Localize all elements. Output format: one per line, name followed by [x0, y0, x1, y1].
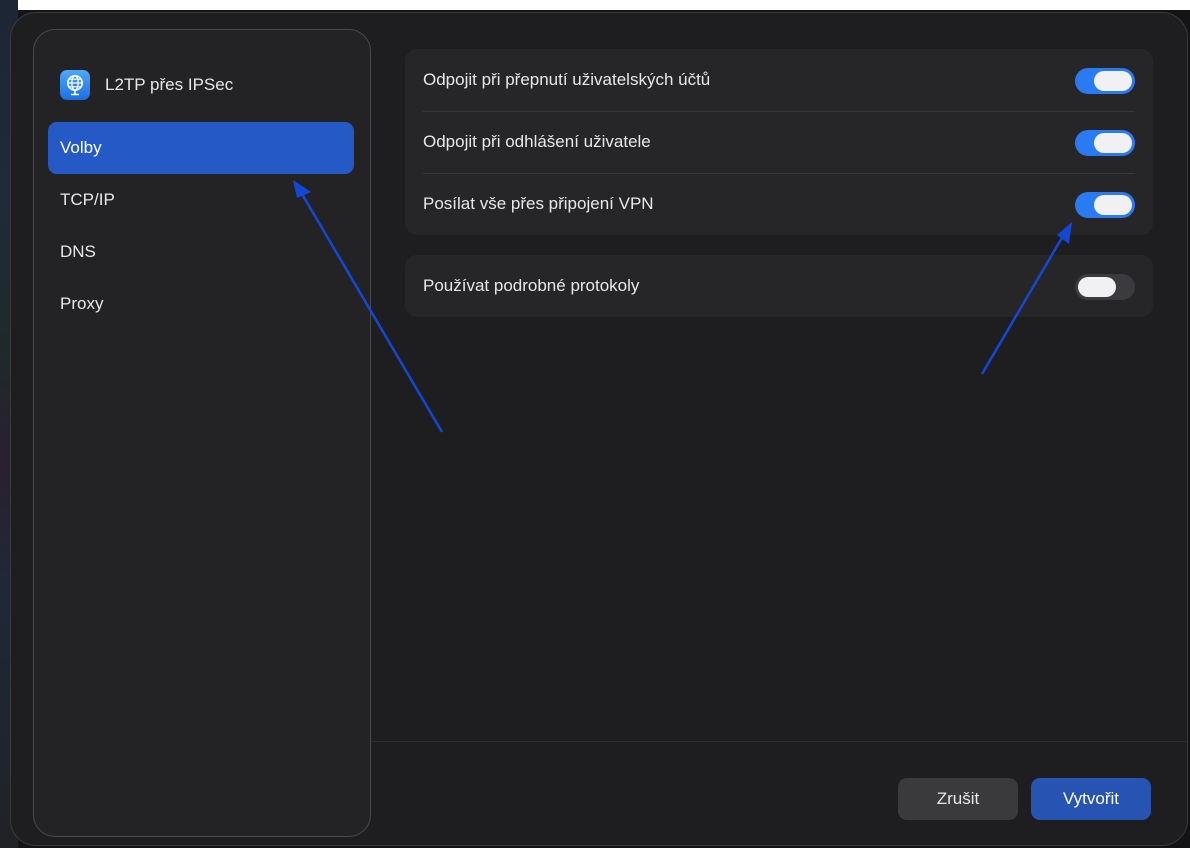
toggle-send-all-traffic[interactable]	[1075, 192, 1135, 218]
toggle-disconnect-switch-user[interactable]	[1075, 68, 1135, 94]
option-row-disconnect-logout: Odpojit při odhlášení uživatele	[405, 111, 1153, 173]
toggle-knob	[1094, 133, 1132, 153]
create-button[interactable]: Vytvořit	[1031, 778, 1151, 820]
cancel-button[interactable]: Zrušit	[898, 778, 1018, 820]
toggle-knob	[1078, 277, 1116, 297]
sidebar-item-dns[interactable]: DNS	[48, 226, 354, 278]
option-row-disconnect-switch-user: Odpojit při přepnutí uživatelských účtů	[405, 49, 1153, 111]
vpn-globe-icon	[60, 70, 90, 100]
toggle-knob	[1094, 71, 1132, 91]
options-group-disconnect: Odpojit při přepnutí uživatelských účtů …	[405, 49, 1153, 235]
globe-icon-glyph	[67, 75, 83, 96]
sidebar-item-tcpip[interactable]: TCP/IP	[48, 174, 354, 226]
sidebar-item-proxy[interactable]: Proxy	[48, 278, 354, 330]
option-row-send-all-traffic: Posílat vše přes připojení VPN	[405, 173, 1153, 235]
sidebar-item-volby[interactable]: Volby	[48, 122, 354, 174]
option-label: Odpojit při přepnutí uživatelských účtů	[423, 70, 711, 89]
backdrop-top-edge	[0, 0, 1190, 10]
sidebar-header: L2TP přes IPSec	[60, 70, 233, 100]
options-group-logging: Používat podrobné protokoly	[405, 255, 1153, 317]
option-label: Odpojit při odhlášení uživatele	[423, 132, 651, 151]
option-label: Používat podrobné protokoly	[423, 276, 640, 295]
sidebar-title: L2TP přes IPSec	[105, 75, 234, 94]
vpn-settings-dialog: L2TP přes IPSec Volby TCP/IP DNS Proxy O…	[10, 12, 1188, 846]
footer-divider	[371, 741, 1187, 742]
option-label: Posílat vše přes připojení VPN	[423, 194, 654, 213]
toggle-disconnect-logout[interactable]	[1075, 130, 1135, 156]
toggle-knob	[1094, 195, 1132, 215]
sidebar: L2TP přes IPSec Volby TCP/IP DNS Proxy	[33, 29, 371, 837]
option-row-verbose-logging: Používat podrobné protokoly	[405, 255, 1153, 317]
toggle-verbose-logging[interactable]	[1075, 274, 1135, 300]
